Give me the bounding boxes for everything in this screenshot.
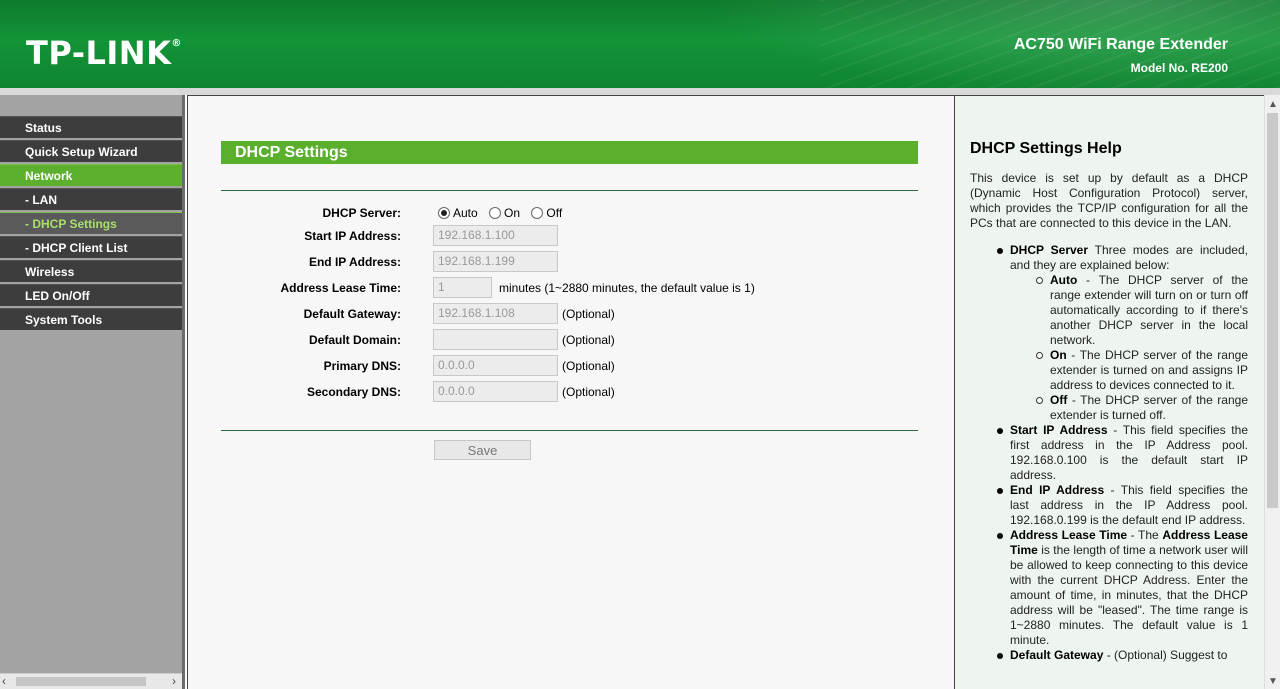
sidebar: Status Quick Setup Wizard Network - LAN … (0, 95, 185, 689)
secondary-dns-row: Secondary DNS: 0.0.0.0 (Optional) (221, 381, 918, 405)
domain-input[interactable] (433, 329, 558, 350)
gateway-label: Default Gateway: (303, 307, 401, 321)
help-item-auto: Auto - The DHCP server of the range exte… (1010, 273, 1248, 348)
help-panel: DHCP Settings Help This device is set up… (954, 95, 1264, 689)
secondary-dns-input[interactable]: 0.0.0.0 (433, 381, 558, 402)
sidebar-horizontal-scrollbar[interactable]: ‹ › (0, 673, 182, 689)
scrollbar-thumb[interactable] (1267, 113, 1278, 508)
sidebar-edge (182, 95, 185, 689)
dhcp-server-row: DHCP Server: Auto On Off (221, 202, 918, 226)
start-ip-label: Start IP Address: (304, 229, 401, 243)
lease-time-row: Address Lease Time: 1 minutes (1~2880 mi… (221, 277, 918, 301)
radio-off-label: Off (546, 206, 563, 220)
top-divider (221, 190, 918, 191)
primary-dns-label: Primary DNS: (323, 359, 401, 373)
sidebar-item-dhcp-settings[interactable]: - DHCP Settings (0, 212, 182, 234)
dhcp-server-label: DHCP Server: (322, 206, 401, 220)
domain-optional: (Optional) (562, 333, 615, 347)
help-body: This device is set up by default as a DH… (970, 171, 1248, 663)
chevron-up-icon[interactable]: ▲ (1268, 99, 1278, 110)
help-item-end-ip: End IP Address - This field specifies th… (970, 483, 1248, 528)
secondary-dns-label: Secondary DNS: (306, 385, 401, 399)
gateway-input[interactable]: 192.168.1.108 (433, 303, 558, 324)
scrollbar-thumb[interactable] (16, 677, 146, 686)
help-intro: This device is set up by default as a DH… (970, 171, 1248, 230)
primary-dns-optional: (Optional) (562, 359, 615, 373)
help-item-off: Off - The DHCP server of the range exten… (1010, 393, 1248, 423)
sidebar-item-system-tools[interactable]: System Tools (0, 308, 182, 330)
domain-label: Default Domain: (308, 333, 401, 347)
header-divider (0, 88, 1280, 95)
secondary-dns-optional: (Optional) (562, 385, 615, 399)
sidebar-item-network[interactable]: Network (0, 164, 182, 186)
help-title: DHCP Settings Help (970, 140, 1122, 157)
end-ip-row: End IP Address: 192.168.1.199 (221, 251, 918, 275)
primary-dns-input[interactable]: 0.0.0.0 (433, 355, 558, 376)
start-ip-input[interactable]: 192.168.1.100 (433, 225, 558, 246)
help-item-dhcp-server: DHCP Server Three modes are included, an… (970, 243, 1248, 423)
help-item-on: On - The DHCP server of the range extend… (1010, 348, 1248, 393)
page-title: DHCP Settings (221, 141, 918, 164)
save-button[interactable]: Save (434, 440, 531, 460)
radio-auto[interactable] (438, 207, 450, 219)
gateway-optional: (Optional) (562, 307, 615, 321)
radio-off[interactable] (531, 207, 544, 219)
radio-on-label: On (504, 206, 521, 220)
domain-row: Default Domain: (Optional) (221, 329, 918, 353)
main-content: DHCP Settings DHCP Server: Auto On Off S… (187, 95, 954, 689)
model-number: Model No. RE200 (1130, 61, 1228, 75)
tp-link-logo: TP-LINK® (26, 34, 182, 72)
gateway-row: Default Gateway: 192.168.1.108 (Optional… (221, 303, 918, 327)
chevron-down-icon[interactable]: ▼ (1268, 676, 1278, 687)
dhcp-server-radio-group: Auto On Off (438, 206, 570, 220)
chevron-left-icon[interactable]: ‹ (2, 674, 6, 689)
lease-time-hint: minutes (1~2880 minutes, the default val… (499, 281, 755, 295)
start-ip-row: Start IP Address: 192.168.1.100 (221, 225, 918, 249)
sidebar-item-quick-setup-wizard[interactable]: Quick Setup Wizard (0, 140, 182, 162)
end-ip-input[interactable]: 192.168.1.199 (433, 251, 558, 272)
sidebar-item-wireless[interactable]: Wireless (0, 260, 182, 282)
sidebar-item-dhcp-client-list[interactable]: - DHCP Client List (0, 236, 182, 258)
help-item-gateway: Default Gateway - (Optional) Suggest to (970, 648, 1248, 663)
help-vertical-scrollbar[interactable]: ▲ ▼ (1264, 95, 1280, 689)
sidebar-item-led-on-off[interactable]: LED On/Off (0, 284, 182, 306)
lease-time-input[interactable]: 1 (433, 277, 492, 298)
radio-on[interactable] (489, 207, 502, 219)
product-name: AC750 WiFi Range Extender (1013, 36, 1228, 53)
primary-dns-row: Primary DNS: 0.0.0.0 (Optional) (221, 355, 918, 379)
sidebar-item-status[interactable]: Status (0, 116, 182, 138)
end-ip-label: End IP Address: (308, 255, 401, 269)
help-list: DHCP Server Three modes are included, an… (970, 243, 1248, 663)
sidebar-item-lan[interactable]: - LAN (0, 188, 182, 210)
radio-auto-label: Auto (453, 206, 478, 220)
help-item-lease-time: Address Lease Time - The Address Lease T… (970, 528, 1248, 648)
header-banner: TP-LINK® AC750 WiFi Range Extender Model… (0, 0, 1280, 88)
help-item-start-ip: Start IP Address - This field specifies … (970, 423, 1248, 483)
bottom-divider (221, 430, 918, 431)
lease-time-label: Address Lease Time: (280, 281, 402, 295)
chevron-right-icon[interactable]: › (172, 674, 176, 689)
